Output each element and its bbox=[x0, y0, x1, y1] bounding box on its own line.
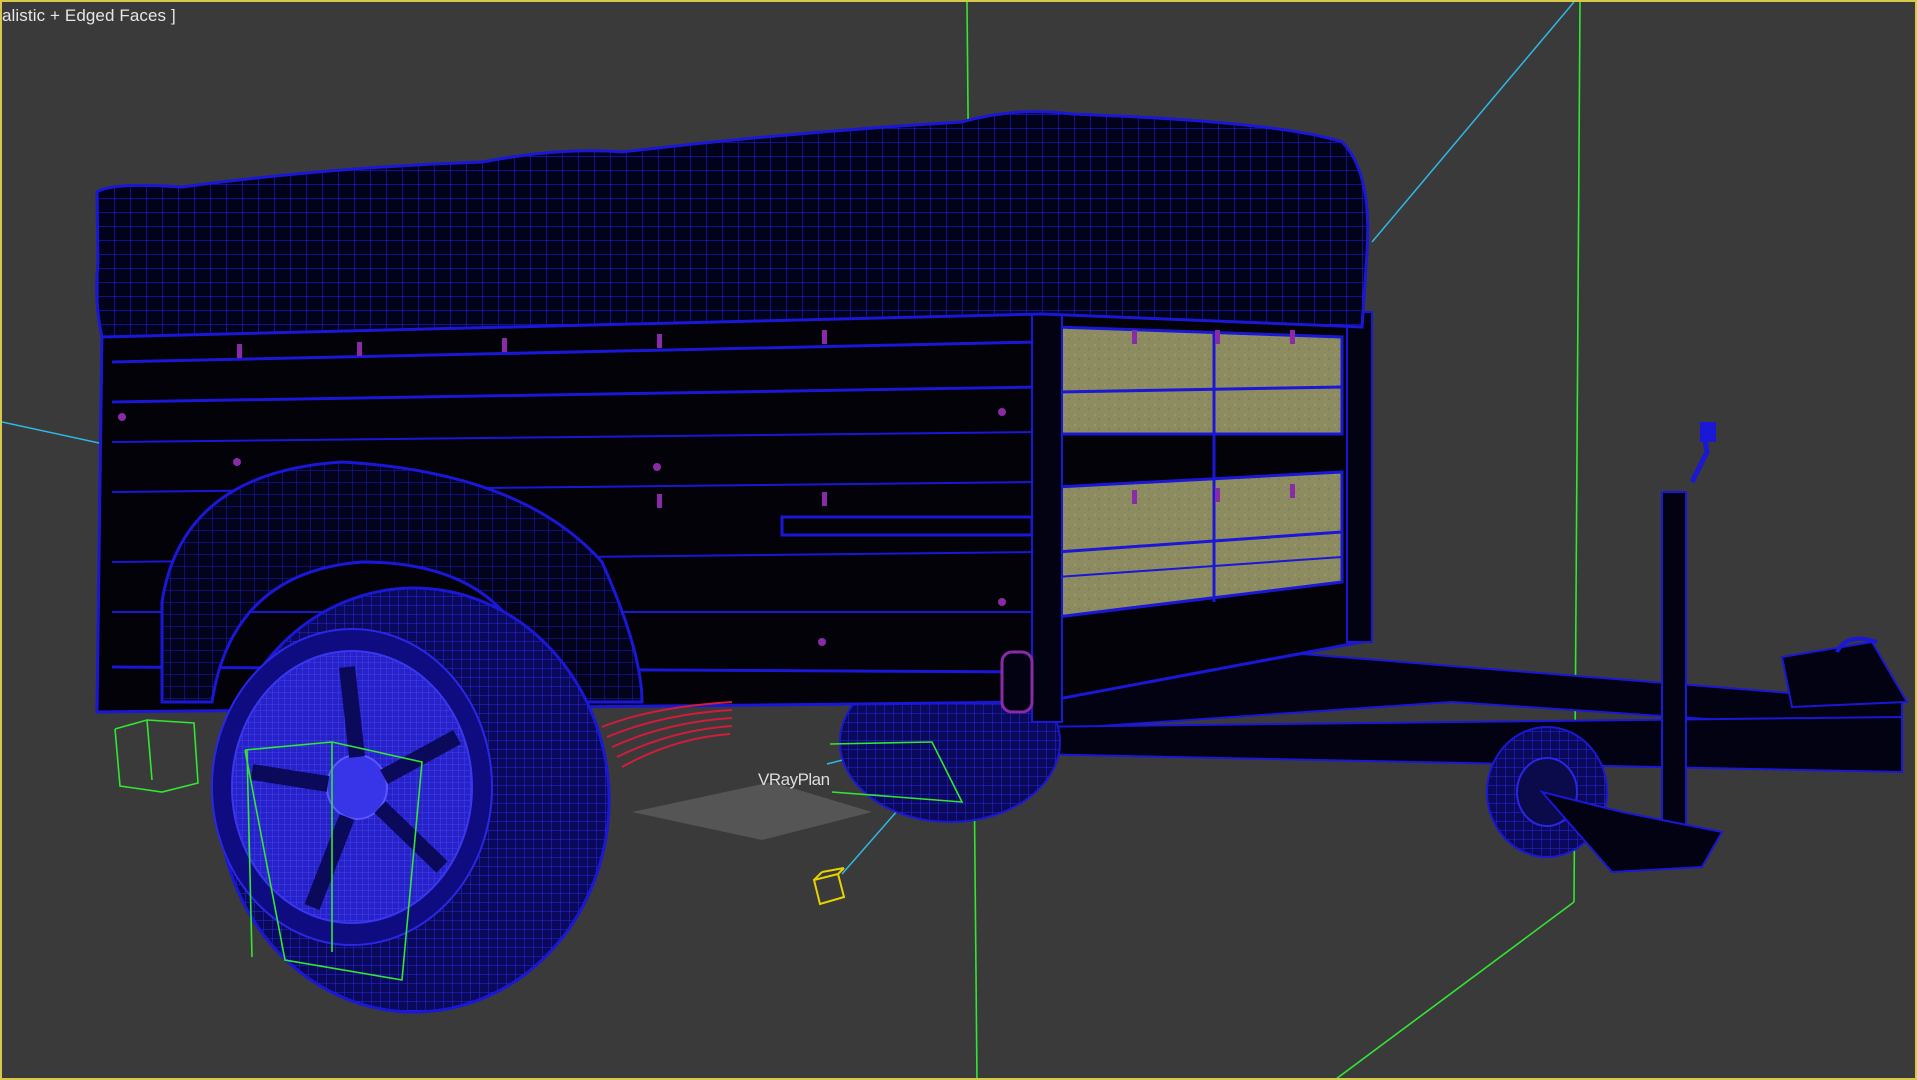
trailer-tarp-cover[interactable] bbox=[95, 110, 1370, 339]
vray-plane-label[interactable]: VRayPlan bbox=[758, 770, 830, 790]
viewport-shading-label[interactable]: alistic + Edged Faces ] bbox=[2, 6, 176, 26]
scene-canvas[interactable] bbox=[2, 2, 1917, 1080]
leaf-spring bbox=[601, 701, 733, 768]
vray-plane-light-gizmo[interactable] bbox=[632, 782, 872, 840]
light-icon[interactable] bbox=[812, 867, 846, 906]
perspective-viewport[interactable]: alistic + Edged Faces ] VRayPlan bbox=[0, 0, 1917, 1080]
jockey-wheel[interactable] bbox=[1486, 421, 1724, 874]
